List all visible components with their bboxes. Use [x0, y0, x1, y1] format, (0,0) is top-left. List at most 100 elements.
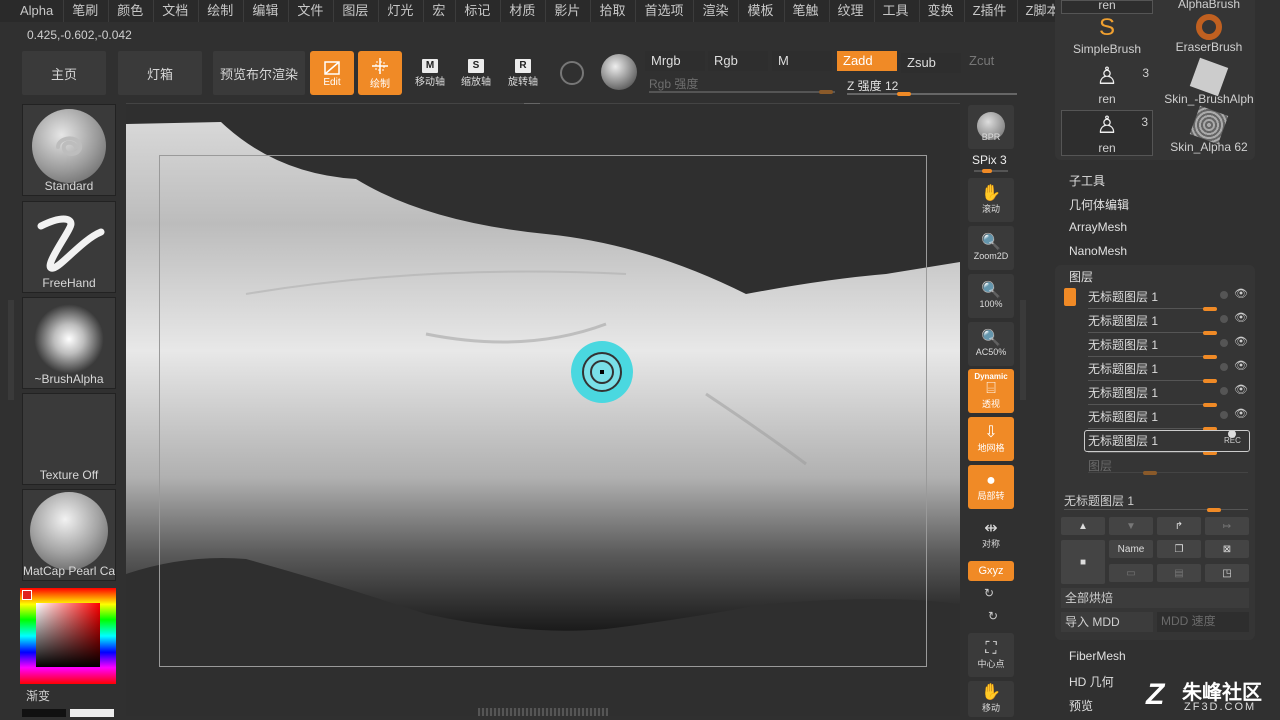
layer-duplicate-button[interactable]: ❐	[1157, 540, 1201, 558]
eye-icon[interactable]: 👁	[1234, 311, 1248, 324]
layer-strength-slider[interactable]	[1088, 308, 1216, 309]
zcut-toggle[interactable]: Zcut	[969, 53, 994, 68]
antialias-half-button[interactable]: 🔍 AC50%	[968, 322, 1014, 366]
symmetry-button[interactable]: ⇹ 对称	[968, 513, 1014, 557]
move-button[interactable]: M 移动轴	[410, 53, 450, 93]
zsub-toggle[interactable]: Zsub	[901, 53, 961, 73]
layers-title[interactable]: 图层	[1069, 268, 1093, 285]
bpr-button[interactable]: BPR	[968, 105, 1014, 149]
layer-strength-slider[interactable]	[1088, 332, 1216, 333]
left-tray-handle[interactable]	[8, 300, 14, 400]
menu-item[interactable]: 颜色	[109, 0, 155, 22]
menu-item[interactable]: 变换	[920, 0, 965, 22]
center-point-button[interactable]: ⛶ 中心点	[968, 633, 1014, 677]
layer-forward-button[interactable]: ↦	[1205, 517, 1249, 535]
menu-item[interactable]: 文档	[154, 0, 200, 22]
layer-strength-knob[interactable]	[1203, 307, 1217, 311]
rotate-z-icon[interactable]: ↻	[988, 609, 998, 623]
preview-boolean-button[interactable]: 预览布尔渲染	[213, 51, 305, 95]
menu-item[interactable]: 材质	[501, 0, 547, 22]
stroke-slot[interactable]: FreeHand	[22, 201, 116, 293]
layer-record-dot[interactable]	[1220, 291, 1228, 299]
menu-item[interactable]: 影片	[546, 0, 592, 22]
eye-icon[interactable]: 👁	[1234, 335, 1248, 348]
edit-button[interactable]: Edit	[310, 51, 354, 95]
brush-thumb-3[interactable]: EraserBrush	[1163, 14, 1255, 60]
local-transform-button[interactable]: ● 局部转	[968, 465, 1014, 509]
menu-item[interactable]: 首选项	[636, 0, 695, 22]
floor-grid-button[interactable]: ⇩ 地网格	[968, 417, 1014, 461]
menu-item[interactable]: Alpha	[4, 0, 65, 22]
layer-row[interactable]: 无标题图层 1	[1088, 408, 1228, 431]
layer-row[interactable]: 无标题图层 1	[1088, 360, 1228, 383]
layer-strength-knob[interactable]	[1203, 403, 1217, 407]
menu-item[interactable]: 笔刷	[64, 0, 110, 22]
scale-button[interactable]: S 缩放轴	[456, 53, 496, 93]
brush-thumb-1[interactable]: AlphaBrush	[1163, 0, 1255, 14]
eye-icon[interactable]: 👁	[1234, 359, 1248, 372]
brush-thumb-5[interactable]: Skin_-BrushAlph	[1163, 57, 1255, 108]
layer-strength-slider[interactable]	[1088, 380, 1216, 381]
menu-item[interactable]: 绘制	[199, 0, 245, 22]
layer-up-button[interactable]: ▲	[1061, 517, 1105, 535]
layer-split-button[interactable]: ▤	[1157, 564, 1201, 582]
fibermesh-menu[interactable]: FiberMesh	[1069, 649, 1126, 663]
lightbox-button[interactable]: 灯箱	[118, 51, 202, 95]
polyframe-icon[interactable]	[560, 61, 584, 85]
eye-icon[interactable]: 👁	[1234, 287, 1248, 300]
rotate-y-icon[interactable]: ↻	[984, 586, 994, 600]
layer-redo-button[interactable]: ↱	[1157, 517, 1201, 535]
layer-strength-slider[interactable]	[1088, 404, 1216, 405]
draw-button[interactable]: 绘制	[358, 51, 402, 95]
scroll-button[interactable]: ✋ 滚动	[968, 178, 1014, 222]
menu-item[interactable]: 文件	[289, 0, 335, 22]
menu-item[interactable]: 渲染	[694, 0, 740, 22]
nanomesh-menu[interactable]: NanoMesh	[1069, 244, 1127, 258]
menu-item[interactable]: 灯光	[379, 0, 425, 22]
brush-slot[interactable]: Standard	[22, 104, 116, 196]
layer-record-dot[interactable]	[1220, 363, 1228, 371]
layer-row[interactable]: 无标题图层 1	[1088, 336, 1228, 359]
layer-strength-slider[interactable]	[1088, 452, 1216, 453]
layer-row[interactable]: 无标题图层 1	[1088, 312, 1228, 335]
layer-record-dot[interactable]	[1220, 387, 1228, 395]
preview-menu[interactable]: 预览	[1069, 697, 1093, 714]
color-field[interactable]	[36, 603, 100, 667]
menu-item[interactable]: 标记	[456, 0, 502, 22]
spix-label[interactable]: SPix 3	[972, 153, 1007, 167]
layer-merge-button[interactable]: ▭	[1109, 564, 1153, 582]
z-intensity-slider[interactable]	[847, 92, 1017, 96]
material-slot[interactable]: MatCap Pearl Ca	[22, 489, 116, 581]
menu-item[interactable]: 编辑	[244, 0, 290, 22]
m-toggle[interactable]: M	[772, 51, 832, 71]
layer-record-dot[interactable]	[1220, 315, 1228, 323]
geometry-menu[interactable]: 几何体编辑	[1069, 196, 1129, 213]
rotate-button[interactable]: R 旋转轴	[503, 53, 543, 93]
layer-delete-button[interactable]: ⊠	[1205, 540, 1249, 558]
layer-strength-knob[interactable]	[1203, 379, 1217, 383]
zadd-toggle[interactable]: Zadd	[837, 51, 897, 71]
brush-thumb-2[interactable]: S SimpleBrush	[1061, 14, 1153, 60]
spix-slider[interactable]	[974, 169, 1008, 173]
layer-strength-slider[interactable]	[1088, 356, 1216, 357]
right-tray-handle[interactable]	[1020, 300, 1026, 400]
subtool-menu[interactable]: 子工具	[1069, 172, 1105, 189]
mdd-speed-slider[interactable]: MDD 速度	[1157, 612, 1249, 632]
primary-color-swatch[interactable]	[70, 709, 114, 717]
layer-record-dot[interactable]	[1220, 411, 1228, 419]
brush-thumb-7[interactable]: Skin_Alpha 62	[1163, 105, 1255, 156]
menu-item[interactable]: 工具	[875, 0, 920, 22]
layer-strength-knob[interactable]	[1203, 331, 1217, 335]
layer-copy-button[interactable]: ◳	[1205, 564, 1249, 582]
menu-item[interactable]: 模板	[739, 0, 785, 22]
perspective-button[interactable]: Dynamic ⌸ 透视	[968, 369, 1014, 413]
material-sphere-icon[interactable]	[601, 54, 637, 90]
brush-thumb-4[interactable]: ♙ 3 ren	[1061, 62, 1153, 108]
secondary-color-swatch[interactable]	[22, 709, 66, 717]
menu-item[interactable]: 拾取	[591, 0, 637, 22]
hd-geometry-menu[interactable]: HD 几何	[1069, 673, 1114, 690]
layer-strength-knob[interactable]	[1203, 355, 1217, 359]
alpha-slot[interactable]: ~BrushAlpha	[22, 297, 116, 389]
xyz-button[interactable]: Gxyz	[968, 561, 1014, 581]
layer-strength-slider[interactable]	[1088, 428, 1216, 429]
